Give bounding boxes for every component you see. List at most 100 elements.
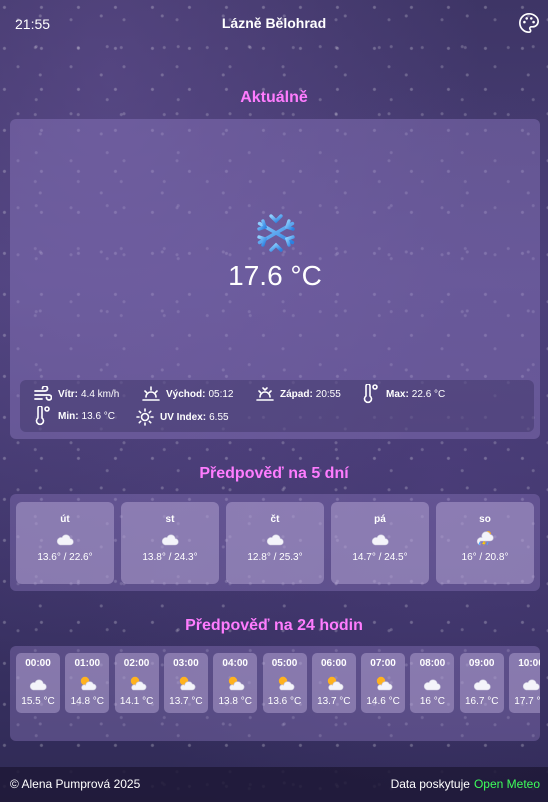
thunder-rain-icon [475,530,495,546]
forecast-day: st 13.8° / 24.3° [121,502,219,584]
day-name: so [479,514,491,525]
sunrise-label: Východ: [166,388,206,400]
min-detail: Min: 13.6 °C [34,406,115,426]
forecast-hour: 01:00 14.8 °C [65,653,110,713]
sun-cloud-icon [77,675,97,691]
forecast-hour: 03:00 13.7 °C [163,653,208,713]
footer: © Alena Pumprová 2025 Data poskytuje Open… [0,767,548,802]
uv-value: 6.55 [209,411,229,423]
forecast-day: čt 12.8° / 25.3° [226,502,324,584]
day-temp-range: 14.7° / 24.5° [352,552,408,563]
hour-temp: 16 °C [419,696,445,707]
sun-cloud-icon [373,675,393,691]
forecast-hour: 07:00 14.6 °C [361,653,406,713]
wind-detail: Vítr: 4.4 km/h [34,386,119,402]
forecast-hour: 10:00 17.7 °C [509,653,540,713]
sunset-detail: Západ: 20:55 [256,386,341,402]
hour-time: 00:00 [25,658,51,669]
hour-time: 07:00 [370,658,396,669]
max-label: Max: [386,388,409,400]
hour-time: 02:00 [123,658,150,669]
forecast-hour: 00:00 15.5 °C [16,653,60,713]
cloud-icon [422,675,442,691]
hour-temp: 13.7 °C [317,696,351,707]
forecast-hour: 02:00 14.1 °C [114,653,159,713]
hour-temp: 14.6 °C [366,696,400,707]
cloud-icon [265,530,285,546]
forecast-hour: 04:00 13.8 °C [213,653,258,713]
copyright: © Alena Pumprová 2025 [10,777,141,791]
hour-temp: 15.5 °C [21,696,55,707]
sunrise-icon [142,386,160,401]
max-detail: Max: 22.6 °C [362,384,445,404]
uv-detail: UV Index: 6.55 [136,408,229,426]
cloud-icon [472,675,492,691]
hour-temp: 13.7 °C [169,696,203,707]
current-weather-card: 17.6 °C Vítr: 4.4 km/h Východ: 05:12 Záp… [10,119,540,439]
forecast-hour: 06:00 13.7 °C [311,653,356,713]
sun-cloud-icon [225,675,245,691]
sunset-label: Západ: [280,388,313,400]
snowflake-icon [257,212,295,254]
max-value: 22.6 °C [411,388,446,400]
sunrise-value: 05:12 [208,388,234,400]
hour-temp: 16.7 °C [464,696,499,707]
day-temp-range: 13.6° / 22.6° [37,552,93,563]
day-name: st [165,514,175,525]
hour-time: 04:00 [222,658,248,669]
thermometer-icon [35,406,50,426]
hour-temp: 14.1 °C [119,696,154,707]
sun-cloud-icon [127,675,147,691]
forecast-hour: 08:00 16 °C [410,653,455,713]
forecast-day: út 13.6° / 22.6° [16,502,114,584]
sunset-icon [256,387,274,401]
sun-cloud-icon [275,675,295,691]
sun-cloud-icon [324,675,344,691]
cloud-icon [521,675,540,691]
hour-time: 06:00 [321,658,347,669]
forecast5-title: Předpověď na 5 dní [199,465,349,482]
data-credit: Data poskytuje Open Meteo [391,777,540,791]
thermometer-icon [363,384,378,404]
hour-temp: 14.8 °C [70,696,105,707]
hour-temp: 17.7 °C [514,696,540,707]
wind-label: Vítr: [58,388,78,400]
hour-time: 09:00 [468,658,495,669]
sun-icon [136,408,154,426]
top-bar: 21:55 Lázně Bělohrad [0,0,548,46]
forecast5-list: út 13.6° / 22.6° st 13.8° / 24.3° čt 12.8° / … [10,494,540,591]
wind-value: 4.4 km/h [81,388,120,400]
palette-icon[interactable] [518,12,540,34]
forecast24-title: Předpověď na 24 hodin [185,617,363,634]
hour-time: 01:00 [74,658,101,669]
current-details: Vítr: 4.4 km/h Východ: 05:12 Západ: 20:5… [20,380,534,432]
forecast24-list[interactable]: 00:00 15.5 °C 01:00 14.8 °C 02:00 14.1 °C 03:0… [10,646,540,741]
hour-temp: 13.8 °C [218,696,252,707]
hour-temp: 13.6 °C [267,696,302,707]
hour-time: 03:00 [173,658,199,669]
hour-time: 08:00 [419,658,446,669]
min-label: Min: [58,410,79,422]
day-temp-range: 13.8° / 24.3° [142,552,198,563]
cloud-icon [370,530,390,546]
min-value: 13.6 °C [81,410,116,422]
sun-cloud-icon [176,675,196,691]
forecast-hour: 09:00 16.7 °C [459,653,504,713]
credit-text: Data poskytuje [390,777,470,791]
forecast-day: so 16° / 20.8° [436,502,534,584]
hour-time: 05:00 [271,658,298,669]
sunset-value: 20:55 [315,388,341,400]
day-name: čt [270,514,280,525]
open-meteo-link[interactable]: Open Meteo [474,777,540,791]
cloud-icon [28,675,48,691]
cloud-icon [160,530,180,546]
wind-icon [34,386,52,401]
hour-time: 10:00 [518,658,540,669]
day-temp-range: 12.8° / 25.3° [247,552,303,563]
sunrise-detail: Východ: 05:12 [142,386,233,402]
forecast-hour: 05:00 13.6 °C [262,653,307,713]
current-temperature: 17.6 °C [228,260,322,291]
day-temp-range: 16° / 20.8° [461,552,509,563]
city-name: Lázně Bělohrad [221,15,327,31]
day-name: út [60,514,70,525]
